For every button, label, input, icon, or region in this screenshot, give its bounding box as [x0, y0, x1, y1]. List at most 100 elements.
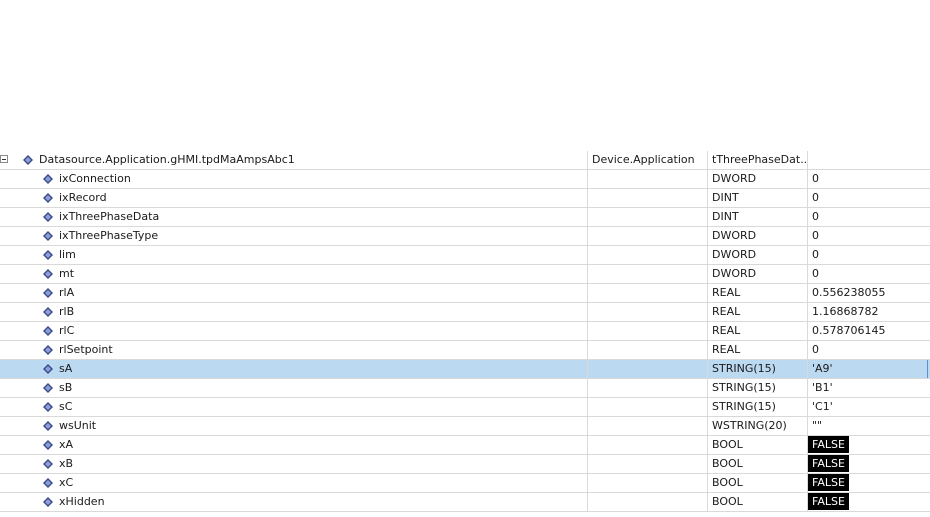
variable-name-cell: rlA [0, 284, 587, 302]
variable-value-cell[interactable]: 'B1' [807, 379, 928, 397]
table-row[interactable]: xHidden BOOL FALSE [0, 493, 930, 512]
variable-name-cell: rlSetpoint [0, 341, 587, 359]
variable-value-cell[interactable]: 0 [807, 189, 928, 207]
table-row[interactable]: ixThreePhaseType DWORD 0 [0, 227, 930, 246]
variable-type-cell: BOOL [707, 493, 807, 511]
variable-name-cell: wsUnit [0, 417, 587, 435]
table-row[interactable]: sA STRING(15) 'A9' [0, 360, 930, 379]
table-row[interactable]: xC BOOL FALSE [0, 474, 930, 493]
variable-name-label: xA [59, 438, 74, 451]
variable-value-cell[interactable]: 0 [807, 265, 928, 283]
variable-value-cell[interactable]: FALSE [807, 455, 928, 473]
root-device-cell: Device.Application [587, 151, 707, 169]
variable-value-cell[interactable]: FALSE [807, 493, 928, 511]
variable-icon [43, 269, 53, 279]
variable-value-cell[interactable]: 'C1' [807, 398, 928, 416]
table-row[interactable]: lim DWORD 0 [0, 246, 930, 265]
variable-name-cell: rlC [0, 322, 587, 340]
bool-value-badge: FALSE [808, 493, 849, 510]
variable-name-label: ixRecord [59, 191, 107, 204]
variable-type-cell: REAL [707, 341, 807, 359]
variable-type-cell: STRING(15) [707, 379, 807, 397]
variable-device-cell [587, 189, 707, 207]
variable-value-cell[interactable]: 0.556238055 [807, 284, 928, 302]
variable-name-label: ixThreePhaseData [59, 210, 160, 223]
variable-name-label: ixConnection [59, 172, 131, 185]
variable-device-cell [587, 341, 707, 359]
variable-value-cell[interactable]: 0.578706145 [807, 322, 928, 340]
table-row[interactable]: sC STRING(15) 'C1' [0, 398, 930, 417]
variable-name-cell: ixConnection [0, 170, 587, 188]
watch-tree: Datasource.Application.gHMI.tpdMaAmpsAbc… [0, 151, 930, 512]
variable-name-label: rlA [59, 286, 75, 299]
variable-icon [43, 345, 53, 355]
variable-value: 0.556238055 [812, 286, 886, 299]
variable-name-cell: ixThreePhaseData [0, 208, 587, 226]
variable-name-cell: sB [0, 379, 587, 397]
variable-type-cell: WSTRING(20) [707, 417, 807, 435]
variable-value: 'C1' [812, 400, 833, 413]
table-row[interactable]: sB STRING(15) 'B1' [0, 379, 930, 398]
variable-name-cell: rlB [0, 303, 587, 321]
variable-value-cell[interactable]: "" [807, 417, 928, 435]
table-row[interactable]: xA BOOL FALSE [0, 436, 930, 455]
variable-value-cell[interactable]: 0 [807, 170, 928, 188]
root-value-cell[interactable] [807, 151, 928, 169]
variable-device-cell [587, 379, 707, 397]
variable-value-cell[interactable]: 0 [807, 227, 928, 245]
variable-type-cell: BOOL [707, 455, 807, 473]
variable-value-cell[interactable]: 0 [807, 341, 928, 359]
table-row[interactable]: xB BOOL FALSE [0, 455, 930, 474]
variable-type-cell: DINT [707, 208, 807, 226]
table-row[interactable]: ixConnection DWORD 0 [0, 170, 930, 189]
variable-value-cell[interactable]: FALSE [807, 436, 928, 454]
variable-icon [43, 440, 53, 450]
variable-type-cell: DWORD [707, 265, 807, 283]
variable-name-cell: ixThreePhaseType [0, 227, 587, 245]
table-row[interactable]: rlB REAL 1.16868782 [0, 303, 930, 322]
bool-value-badge: FALSE [808, 474, 849, 491]
variable-value-cell[interactable]: 1.16868782 [807, 303, 928, 321]
variable-value: 'B1' [812, 381, 833, 394]
variable-value-cell[interactable]: 0 [807, 246, 928, 264]
tree-root-row[interactable]: Datasource.Application.gHMI.tpdMaAmpsAbc… [0, 151, 930, 170]
variable-value-cell[interactable]: 0 [807, 208, 928, 226]
variable-icon [43, 497, 53, 507]
variable-device-cell [587, 284, 707, 302]
root-name-cell: Datasource.Application.gHMI.tpdMaAmpsAbc… [0, 151, 587, 169]
table-row[interactable]: mt DWORD 0 [0, 265, 930, 284]
variable-name-label: xB [59, 457, 74, 470]
variable-name-cell: mt [0, 265, 587, 283]
variable-name-cell: ixRecord [0, 189, 587, 207]
variable-icon [43, 478, 53, 488]
variable-icon [43, 326, 53, 336]
variable-value-cell[interactable]: 'A9' [807, 360, 928, 378]
variable-value: 0 [812, 210, 819, 223]
variable-value: 0 [812, 343, 819, 356]
variable-name-cell: xB [0, 455, 587, 473]
variable-icon [43, 421, 53, 431]
table-row[interactable]: rlSetpoint REAL 0 [0, 341, 930, 360]
variable-device-cell [587, 398, 707, 416]
variable-value: 1.16868782 [812, 305, 879, 318]
variable-icon [23, 155, 33, 165]
table-row[interactable]: rlA REAL 0.556238055 [0, 284, 930, 303]
variable-name-cell: sC [0, 398, 587, 416]
variable-icon [43, 250, 53, 260]
variable-icon [43, 231, 53, 241]
variable-type-cell: BOOL [707, 436, 807, 454]
table-row[interactable]: rlC REAL 0.578706145 [0, 322, 930, 341]
variable-device-cell [587, 303, 707, 321]
variable-icon [43, 212, 53, 222]
variable-name-label: rlB [59, 305, 75, 318]
variable-device-cell [587, 322, 707, 340]
table-row[interactable]: wsUnit WSTRING(20) "" [0, 417, 930, 436]
collapse-box-icon[interactable] [0, 155, 8, 163]
variable-value-cell[interactable]: FALSE [807, 474, 928, 492]
variable-value: 0 [812, 267, 819, 280]
table-row[interactable]: ixThreePhaseData DINT 0 [0, 208, 930, 227]
table-row[interactable]: ixRecord DINT 0 [0, 189, 930, 208]
variable-name-label: xHidden [59, 495, 105, 508]
variable-type-cell: BOOL [707, 474, 807, 492]
variable-name-label: rlSetpoint [59, 343, 113, 356]
